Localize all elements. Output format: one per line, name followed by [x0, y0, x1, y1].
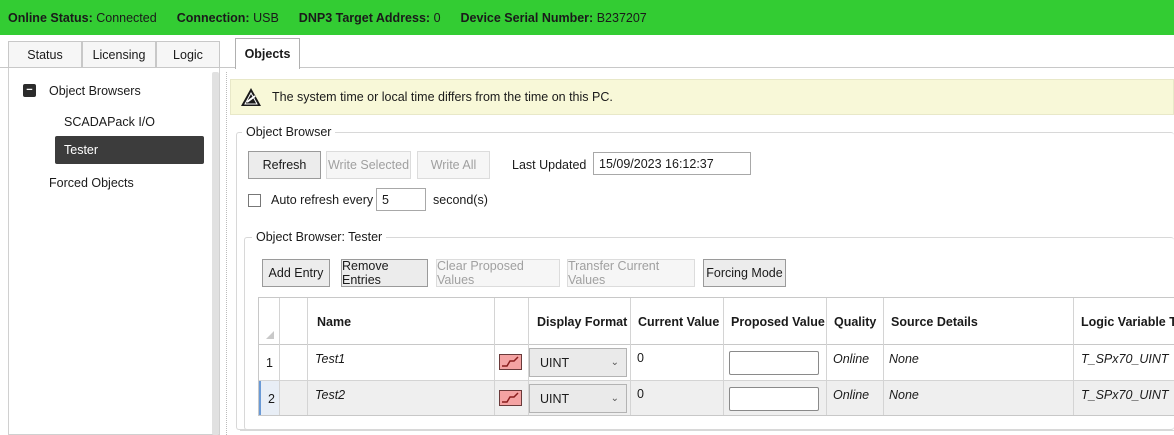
tester-group-title: Object Browser: Tester: [252, 230, 387, 244]
write-selected-button[interactable]: Write Selected: [326, 151, 411, 179]
row-number: 1: [266, 356, 273, 370]
current-value: 0: [637, 351, 644, 365]
current-value: 0: [637, 387, 644, 401]
tree-item-object-browsers[interactable]: Object Browsers: [49, 84, 141, 98]
logic-variable-type-value: T_SPx70_UINT: [1081, 388, 1169, 402]
write-all-button[interactable]: Write All: [417, 151, 490, 179]
col-separator: [528, 298, 529, 415]
transfer-current-values-button[interactable]: Transfer Current Values: [567, 259, 695, 287]
row-name[interactable]: Test2: [315, 388, 345, 402]
tab-logic[interactable]: Logic: [156, 41, 220, 68]
col-header-source-details[interactable]: Source Details: [891, 315, 978, 329]
clear-proposed-values-button[interactable]: Clear Proposed Values: [436, 259, 560, 287]
table-row[interactable]: 1 Test1 UINT ⌄ 0 Online None T_SPx70_UINT: [259, 345, 1174, 381]
object-table: Name Display Format Current Value Propos…: [258, 297, 1174, 416]
col-header-quality[interactable]: Quality: [834, 315, 876, 329]
display-format-value: UINT: [540, 355, 570, 370]
connection-status: Connection: USB: [176, 10, 279, 25]
tree-item-scadapack-io[interactable]: SCADAPack I/O: [64, 115, 155, 129]
col-separator: [630, 298, 631, 415]
col-separator: [723, 298, 724, 415]
tab-status[interactable]: Status: [8, 41, 82, 68]
col-header-name[interactable]: Name: [317, 315, 351, 329]
display-format-value: UINT: [540, 391, 570, 406]
chevron-down-icon: ⌄: [610, 357, 619, 368]
quality-value: Online: [833, 388, 870, 402]
col-header-logic-variable-type[interactable]: Logic Variable T: [1081, 315, 1174, 329]
proposed-value-input[interactable]: [729, 351, 819, 375]
display-format-select[interactable]: UINT ⌄: [529, 348, 627, 377]
tree-item-tester[interactable]: Tester: [55, 136, 204, 164]
chevron-down-icon: ⌄: [610, 393, 619, 404]
add-entry-button[interactable]: Add Entry: [262, 259, 330, 287]
col-header-current-value[interactable]: Current Value: [638, 315, 719, 329]
trend-icon[interactable]: [499, 354, 522, 370]
col-separator: [883, 298, 884, 415]
auto-refresh-label: Auto refresh every: [271, 193, 374, 207]
online-status: Online Status: Connected: [8, 10, 157, 25]
collapse-icon[interactable]: −: [23, 84, 36, 97]
auto-refresh-interval-input[interactable]: 5: [376, 188, 426, 211]
row-name[interactable]: Test1: [315, 352, 345, 366]
tree-item-forced-objects[interactable]: Forced Objects: [49, 176, 134, 190]
tree-item-label: Tester: [64, 143, 99, 157]
object-browser-title: Object Browser: [242, 125, 336, 139]
seconds-label: second(s): [433, 193, 488, 207]
quality-value: Online: [833, 352, 870, 366]
warning-text: The system time or local time differs fr…: [272, 90, 613, 104]
table-header: Name Display Format Current Value Propos…: [259, 298, 1174, 345]
tab-objects[interactable]: Objects: [235, 38, 300, 69]
tab-licensing[interactable]: Licensing: [82, 41, 156, 68]
table-row[interactable]: 2 Test2 UINT ⌄ 0 Online None T_SPx70_UINT: [259, 381, 1174, 415]
col-header-display-format[interactable]: Display Format: [537, 315, 627, 329]
display-format-select[interactable]: UINT ⌄: [529, 384, 627, 413]
select-all-corner[interactable]: [266, 331, 274, 339]
forcing-mode-button[interactable]: Forcing Mode: [703, 259, 786, 287]
col-separator: [307, 298, 308, 415]
trend-icon[interactable]: [499, 390, 522, 406]
col-separator: [494, 298, 495, 415]
proposed-value-input[interactable]: [729, 387, 819, 411]
last-updated-label: Last Updated: [512, 158, 587, 172]
remove-entries-button[interactable]: Remove Entries: [341, 259, 428, 287]
panel-bottom-border: [240, 430, 1174, 431]
warning-icon: [241, 88, 261, 106]
tab-bar: Status Licensing Logic Objects: [0, 36, 1174, 69]
device-serial: Device Serial Number: B237207: [460, 10, 647, 25]
last-updated-field[interactable]: 15/09/2023 16:12:37: [593, 152, 751, 175]
col-separator: [1073, 298, 1074, 415]
auto-refresh-checkbox[interactable]: [248, 194, 261, 207]
tree-scrollbar[interactable]: [212, 72, 219, 435]
time-warning-banner: The system time or local time differs fr…: [230, 79, 1174, 115]
dnp3-address: DNP3 Target Address: 0: [298, 10, 441, 25]
status-bar: Online Status: Connected Connection: USB…: [0, 0, 1174, 35]
refresh-button[interactable]: Refresh: [248, 151, 321, 179]
col-separator: [279, 298, 280, 415]
row-number: 2: [259, 381, 279, 415]
col-header-proposed-value[interactable]: Proposed Value: [731, 315, 825, 329]
logic-variable-type-value: T_SPx70_UINT: [1081, 352, 1169, 366]
col-separator: [826, 298, 827, 415]
source-details-value: None: [889, 352, 919, 366]
source-details-value: None: [889, 388, 919, 402]
